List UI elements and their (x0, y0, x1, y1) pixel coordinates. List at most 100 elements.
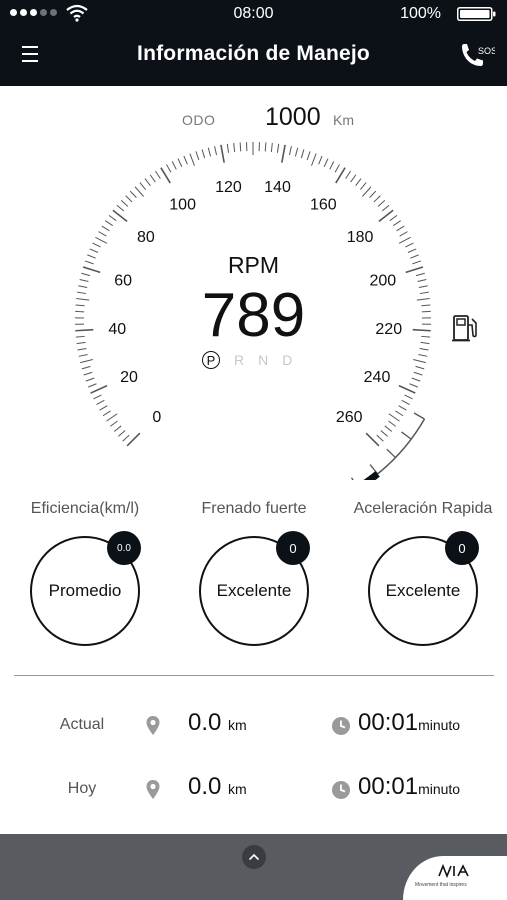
minor-tick (362, 186, 372, 197)
minor-tick (108, 214, 117, 222)
chevron-up-icon (248, 853, 260, 861)
minor-tick (294, 147, 299, 157)
speed-label: 120 (215, 179, 242, 196)
major-tick (281, 144, 286, 163)
minor-tick (395, 410, 404, 417)
minor-tick (233, 142, 236, 153)
minor-tick (411, 377, 421, 382)
minor-tick (398, 405, 407, 411)
minor-tick (360, 182, 367, 190)
brand-tagline: Movement that inspires (415, 882, 467, 888)
major-tick (335, 167, 346, 184)
expand-up-button[interactable] (242, 845, 266, 869)
trip-label: Hoy (67, 780, 97, 797)
location-pin-icon (146, 780, 160, 799)
trip-label: Actual (59, 716, 105, 733)
trip-distance: 0.0 km (188, 773, 247, 800)
minor-tick (264, 142, 267, 152)
minor-tick (166, 164, 172, 173)
minor-tick (401, 399, 410, 406)
minor-tick (323, 158, 329, 167)
minor-tick (106, 413, 118, 422)
kia-logo (438, 864, 469, 878)
rpm-label: RPM (227, 252, 280, 278)
rpm-value: 789 (201, 281, 306, 350)
minor-tick (134, 186, 144, 197)
minor-tick (388, 420, 397, 427)
clock-icon (332, 781, 350, 799)
minor-tick (409, 383, 419, 388)
speed-label: 240 (364, 369, 391, 386)
minor-tick (329, 161, 335, 170)
minor-tick (98, 231, 107, 237)
trip-distance: 0.0 km (188, 709, 247, 736)
major-tick (398, 384, 416, 394)
minor-tick (101, 225, 110, 232)
minor-tick (413, 359, 426, 364)
trip-row-actual: Actual 0.0 km 00:01minuto (0, 706, 507, 746)
speed-label: 20 (120, 369, 138, 386)
minor-tick (87, 383, 97, 388)
minor-tick (183, 155, 188, 165)
stat-title-acceleration: Aceleración Rapida (353, 500, 493, 517)
minor-tick (80, 359, 93, 364)
minor-tick (418, 353, 428, 357)
minor-tick (92, 242, 101, 248)
minor-tick (396, 225, 405, 232)
speed-label: 0 (152, 409, 161, 426)
odometer-unit: Km (333, 112, 354, 128)
clock-icon (332, 717, 350, 735)
minor-tick (381, 204, 390, 212)
minor-tick (318, 155, 323, 165)
stat-title-efficiency: Eficiencia(km/l) (30, 500, 140, 517)
minor-tick (85, 377, 95, 382)
minor-tick (399, 231, 408, 237)
minor-tick (116, 204, 125, 212)
minor-tick (95, 236, 108, 244)
sos-label: SOS (478, 46, 495, 56)
minor-tick (93, 394, 102, 400)
minor-tick (109, 420, 118, 427)
minor-tick (99, 405, 108, 411)
trip-row-today: Hoy 0.0 km 00:01minuto (0, 770, 507, 810)
minor-tick (405, 242, 414, 248)
odometer: ODO 1000 Km (0, 100, 507, 134)
speed-label: 80 (137, 229, 155, 246)
minor-tick (377, 199, 386, 207)
fuel-pump-icon (452, 315, 477, 342)
minor-tick (355, 178, 362, 187)
efficiency-badge: 0.0 (107, 531, 141, 565)
location-pin-icon (146, 716, 160, 735)
major-tick (160, 167, 171, 184)
major-tick (90, 384, 108, 394)
trip-duration: 00:01minuto (358, 709, 461, 736)
gear-n: N (258, 352, 269, 368)
speed-label: 180 (347, 229, 374, 246)
minor-tick (373, 195, 381, 203)
minor-tick (195, 151, 200, 161)
minor-tick (398, 236, 411, 244)
minor-tick (177, 158, 183, 167)
trip-duration: 00:01minuto (358, 773, 461, 800)
stat-title-braking: Frenado fuerte (201, 500, 307, 517)
minor-tick (388, 413, 400, 422)
minor-tick (369, 190, 377, 198)
gear-indicator: P R N D (202, 351, 292, 369)
minor-tick (149, 174, 156, 183)
minor-tick (239, 142, 242, 152)
major-tick (220, 144, 225, 163)
minor-tick (380, 430, 388, 437)
page-title: Información de Manejo (137, 42, 370, 65)
minor-tick (113, 425, 122, 432)
speed-label: 260 (336, 409, 363, 426)
minor-tick (214, 146, 218, 156)
minor-tick (306, 151, 311, 161)
bottom-bar: Movement that inspires (0, 834, 507, 900)
minor-tick (155, 170, 161, 179)
odometer-value: 1000 (265, 103, 321, 131)
divider (14, 675, 494, 676)
phone-sos-icon[interactable]: SOS (459, 42, 495, 70)
brand-block: Movement that inspires (403, 856, 507, 900)
minor-tick (171, 161, 177, 170)
minor-tick (226, 143, 230, 153)
